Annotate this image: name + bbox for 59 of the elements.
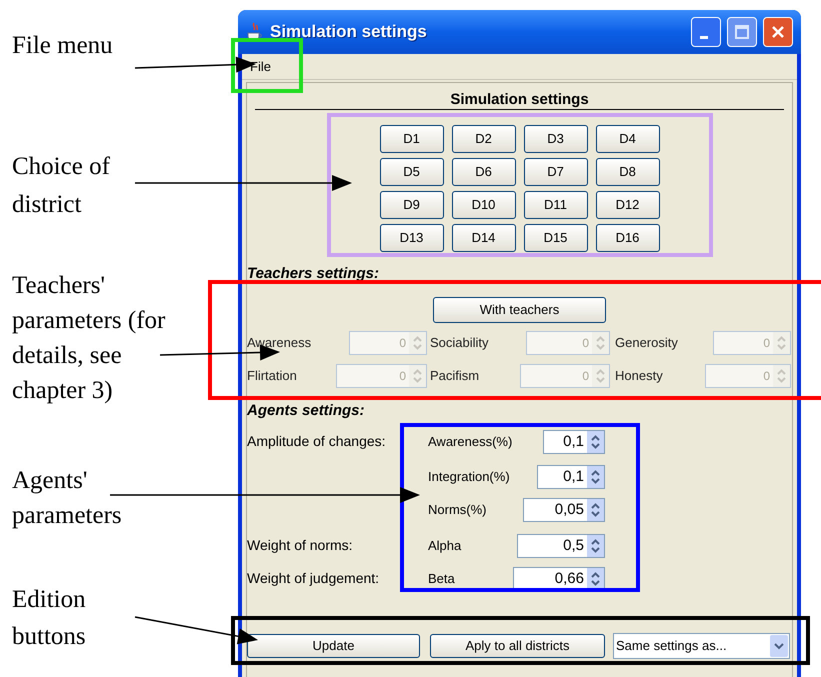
number-spinner[interactable]: 0,1	[543, 430, 605, 454]
district-button[interactable]: D13	[380, 224, 444, 252]
section-heading: Agents settings:	[247, 402, 366, 420]
dropdown[interactable]: Same settings as...	[613, 633, 790, 659]
maximize-icon	[734, 24, 750, 40]
district-button[interactable]: D3	[524, 125, 588, 153]
district-button[interactable]: D14	[452, 224, 516, 252]
callout-label: Choice of district	[12, 152, 110, 220]
minimize-button[interactable]	[691, 17, 721, 47]
field-label: Pacifism	[430, 367, 480, 386]
field-label: Alpha	[428, 537, 462, 556]
panel-heading: Simulation settings	[449, 91, 590, 109]
group-label: Amplitude of changes:	[247, 433, 386, 449]
window-title: Simulation settings	[270, 21, 428, 44]
action-button[interactable]: Update	[247, 634, 420, 658]
district-button[interactable]: D6	[452, 158, 516, 186]
up-down-arrows-icon[interactable]	[587, 535, 604, 557]
district-button[interactable]: D16	[596, 224, 660, 252]
number-spinner[interactable]: 0,05	[523, 498, 605, 522]
district-button[interactable]: D12	[596, 191, 660, 219]
group-label: Weight of norms:	[247, 537, 353, 553]
field-label: Honesty	[615, 367, 664, 386]
district-button[interactable]: D8	[596, 158, 660, 186]
field-label: Norms(%)	[428, 501, 488, 520]
callout-label: File menu	[12, 32, 113, 60]
toggle-button[interactable]: With teachers	[433, 297, 606, 323]
district-button[interactable]: D1	[380, 125, 444, 153]
up-down-arrows-icon[interactable]	[587, 431, 604, 453]
district-button[interactable]: D9	[380, 191, 444, 219]
up-down-arrows-icon[interactable]	[587, 499, 604, 521]
field-label: Beta	[428, 570, 456, 588]
district-button[interactable]: D7	[524, 158, 588, 186]
section-heading: Teachers settings:	[247, 265, 380, 283]
district-button[interactable]: D11	[524, 191, 588, 219]
district-button[interactable]: D5	[380, 158, 444, 186]
maximize-button[interactable]	[727, 17, 757, 47]
district-button[interactable]: D2	[452, 125, 516, 153]
callout-label: Edition buttons	[12, 585, 86, 652]
field-label: Flirtation	[247, 367, 298, 386]
field-label: Awareness(%)	[428, 433, 514, 452]
field-label: Generosity	[615, 334, 679, 352]
close-button[interactable]	[763, 17, 793, 47]
district-button[interactable]: D10	[452, 191, 516, 219]
district-button[interactable]: D4	[596, 125, 660, 153]
chevron-down-icon[interactable]	[770, 635, 788, 657]
number-spinner[interactable]: 0,1	[537, 465, 605, 489]
district-button[interactable]: D15	[524, 224, 588, 252]
up-down-arrows-icon[interactable]	[587, 568, 604, 590]
minimize-icon	[700, 36, 708, 38]
field-label: Integration(%)	[428, 468, 511, 486]
close-icon	[770, 24, 786, 40]
callout-label: Agents' parameters	[12, 466, 122, 531]
up-down-arrows-icon[interactable]	[587, 466, 604, 488]
field-label: Sociability	[430, 334, 490, 352]
field-label: Awareness	[247, 334, 312, 352]
group-label: Weight of judgement:	[247, 570, 380, 586]
action-button[interactable]: Aply to all districts	[430, 634, 605, 658]
callout-label: Teachers' parameters (for details, see chapter 3)	[12, 271, 166, 406]
number-spinner[interactable]: 0,5	[517, 534, 605, 558]
